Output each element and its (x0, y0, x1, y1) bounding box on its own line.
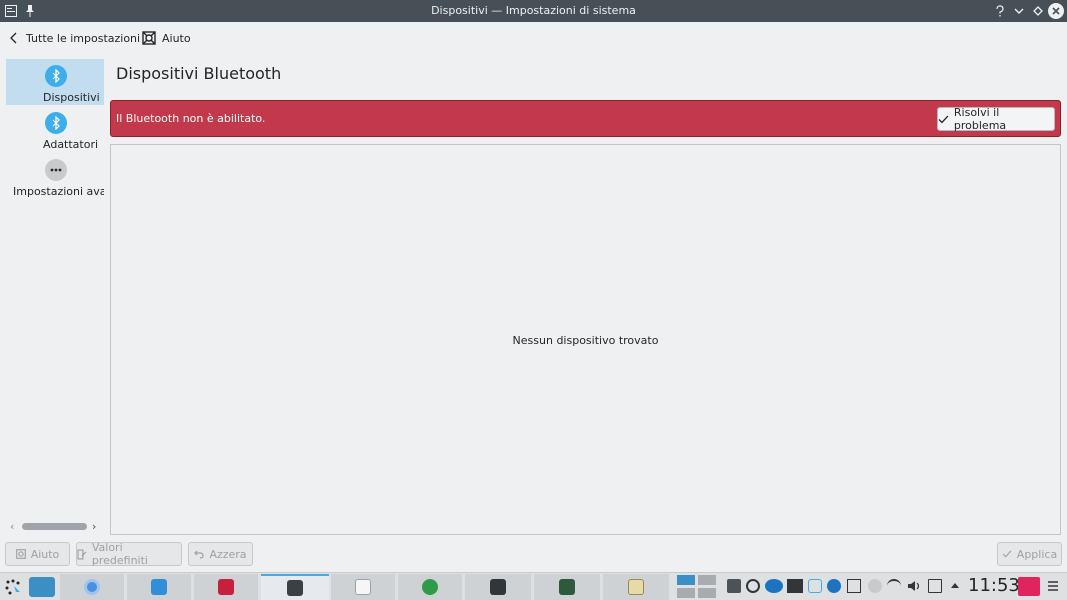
toolbar: Tutte le impostazioni Aiuto (0, 22, 1067, 54)
sidebar-item-advanced[interactable]: Impostazioni avanzate (6, 153, 104, 199)
clipboard-icon[interactable] (928, 579, 942, 593)
question-icon (996, 5, 1004, 17)
help-bottom-button[interactable]: Aiuto (5, 542, 70, 566)
window-titlebar: Dispositivi — Impostazioni di sistema (0, 0, 1067, 22)
help-button-label: Aiuto (162, 31, 191, 45)
scroll-left-icon[interactable]: ‹ (10, 520, 14, 533)
apply-button[interactable]: Applica (997, 542, 1062, 566)
scroll-right-icon[interactable]: › (92, 520, 96, 533)
bluetooth-icon (45, 112, 67, 134)
apply-label: Applica (1016, 547, 1058, 561)
lifebuoy-icon (142, 31, 156, 45)
taskbar-text-editor-icon[interactable] (331, 574, 395, 600)
alert-message: Il Bluetooth non è abilitato. (116, 112, 266, 125)
sidebar-item-devices[interactable]: Dispositivi (6, 59, 104, 105)
back-button-label: Tutte le impostazioni (26, 31, 141, 45)
taskbar: 11:53 (0, 572, 1067, 600)
accessibility-icon[interactable] (827, 579, 841, 593)
taskbar-clipboard-app-icon[interactable] (603, 574, 669, 600)
hp-printer-icon[interactable] (765, 579, 783, 593)
sidebar: Dispositivi Adattatori Impostazioni avan… (0, 54, 105, 537)
checkmark-icon (1002, 550, 1012, 558)
diamond-icon (1033, 6, 1043, 16)
empty-message: Nessun dispositivo trovato (512, 334, 659, 347)
chevron-down-icon (1014, 8, 1024, 14)
sidebar-horizontal-scrollbar[interactable]: ‹ › (8, 520, 102, 534)
taskbar-terminal-icon[interactable] (465, 574, 531, 600)
close-button[interactable] (1048, 3, 1064, 19)
volume-icon[interactable] (907, 579, 921, 593)
taskbar-file-manager-icon[interactable] (127, 574, 191, 600)
undo-icon (194, 550, 205, 559)
checkmark-icon (938, 115, 949, 123)
virtual-desktop-pager[interactable] (676, 575, 718, 599)
search-icon[interactable] (746, 579, 760, 593)
device-list: Nessun dispositivo trovato (110, 144, 1061, 535)
taskbar-spreadsheet-icon[interactable] (398, 574, 462, 600)
help-bottom-label: Aiuto (30, 547, 60, 561)
sidebar-item-label: Adattatori (43, 138, 99, 151)
taskbar-browser-icon[interactable] (60, 574, 124, 600)
desktop-3[interactable] (677, 588, 695, 598)
notes-app-icon[interactable] (1018, 577, 1040, 596)
image-icon[interactable] (847, 579, 861, 593)
network-drive-icon[interactable] (808, 579, 822, 593)
defaults-label: Valori predefiniti (91, 541, 148, 567)
page-title: Dispositivi Bluetooth (116, 64, 282, 83)
bluetooth-disabled-alert: Il Bluetooth non è abilitato. Risolvi il… (110, 100, 1061, 137)
sidebar-item-adapters[interactable]: Adattatori (6, 106, 104, 152)
app-launcher-icon[interactable] (2, 574, 24, 600)
maximize-button[interactable] (1030, 3, 1046, 19)
help-window-button[interactable] (992, 3, 1008, 19)
lifebuoy-icon (15, 549, 26, 559)
bluetooth-icon (45, 65, 67, 87)
sidebar-item-label: Dispositivi (43, 91, 100, 104)
taskbar-system-settings-icon[interactable] (261, 574, 329, 600)
fix-problem-button[interactable]: Risolvi il problema (937, 106, 1055, 132)
usb-icon[interactable] (727, 579, 741, 593)
fix-button-label: Risolvi il problema (953, 106, 1007, 132)
defaults-button[interactable]: Valori predefiniti (76, 541, 182, 567)
wifi-icon[interactable] (887, 579, 901, 593)
more-icon (45, 159, 67, 181)
reset-button[interactable]: Azzera (188, 542, 253, 566)
close-icon (1052, 7, 1060, 15)
clock[interactable]: 11:53 (968, 575, 1020, 596)
scrollbar-thumb[interactable] (22, 523, 87, 530)
window-title: Dispositivi — Impostazioni di sistema (431, 4, 636, 17)
user-icon[interactable] (868, 579, 882, 593)
reset-label: Azzera (209, 547, 247, 561)
taskbar-pdf-icon[interactable] (194, 574, 258, 600)
help-button[interactable]: Aiuto (142, 27, 191, 49)
sidebar-item-label: Impostazioni avanzate (13, 185, 104, 198)
hamburger-menu-icon[interactable] (1047, 580, 1061, 594)
desktop-1[interactable] (677, 575, 695, 585)
desktop-2[interactable] (698, 575, 716, 585)
desktop-4[interactable] (698, 588, 716, 598)
minimize-button[interactable] (1011, 3, 1027, 19)
show-hidden-icons-arrow-icon[interactable] (949, 579, 963, 593)
display-icon[interactable] (787, 579, 803, 593)
chevron-left-icon (10, 32, 17, 44)
desktop-shortcut-icon[interactable] (26, 574, 58, 600)
taskbar-system-monitor-icon[interactable] (534, 574, 600, 600)
all-settings-back-button[interactable]: Tutte le impostazioni (8, 27, 140, 49)
document-edit-icon (77, 548, 87, 560)
